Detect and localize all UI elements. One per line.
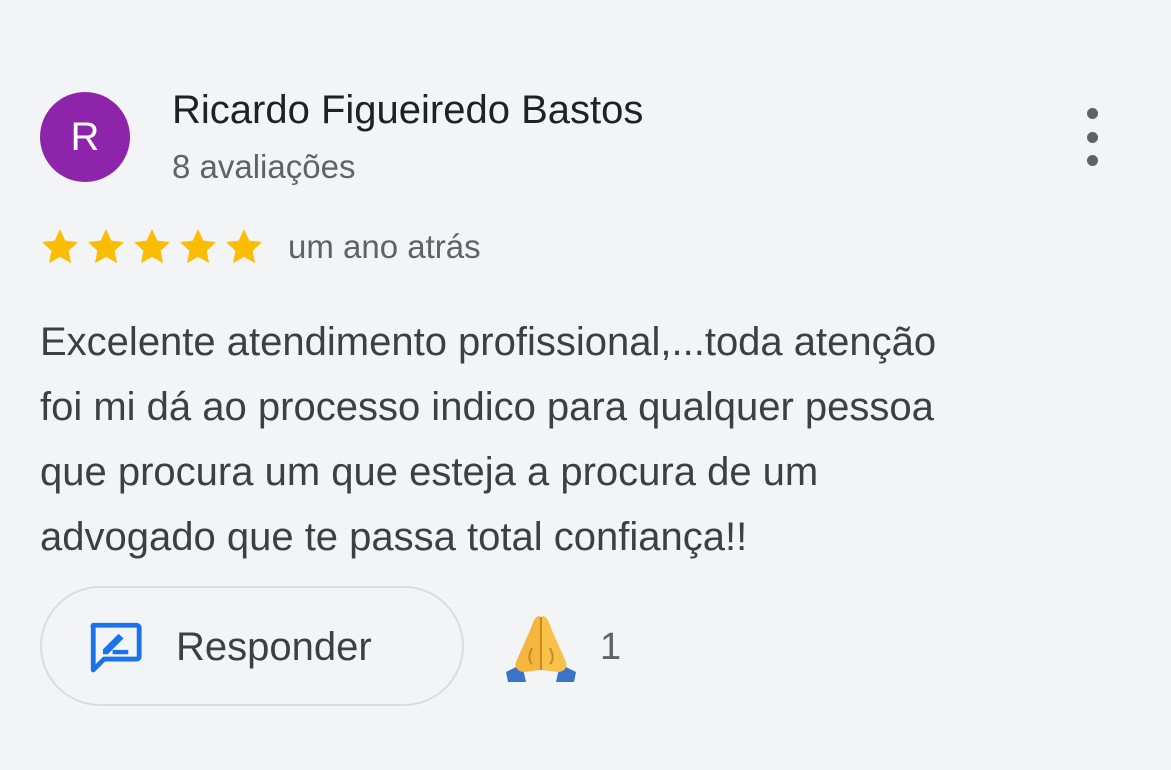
review-text-line: que procura um que esteja a procura de u… bbox=[40, 450, 819, 494]
reaction-count: 1 bbox=[600, 626, 622, 668]
more-options-button[interactable] bbox=[1072, 104, 1112, 170]
star-icon bbox=[42, 229, 78, 264]
star-icon bbox=[88, 229, 124, 264]
reaction-button[interactable] bbox=[502, 612, 580, 684]
review-text: Excelente atendimento profissional,...to… bbox=[40, 310, 1140, 570]
more-vertical-icon-dot bbox=[1086, 131, 1098, 143]
reply-edit-icon bbox=[90, 622, 142, 673]
review-time: um ano atrás bbox=[288, 228, 481, 265]
review-card: R Ricardo Figueiredo Bastos 8 avaliações… bbox=[0, 0, 1171, 770]
reply-button-label: Responder bbox=[176, 625, 372, 669]
star-icon bbox=[134, 229, 170, 264]
avatar[interactable]: R bbox=[40, 92, 130, 182]
star-icon bbox=[226, 229, 262, 264]
star-rating bbox=[38, 226, 266, 268]
reviewer-name[interactable]: Ricardo Figueiredo Bastos bbox=[172, 88, 643, 133]
reply-button[interactable]: Responder bbox=[40, 586, 464, 706]
star-icon bbox=[180, 229, 216, 264]
more-vertical-icon-dot bbox=[1086, 155, 1098, 166]
folded-hands-icon bbox=[506, 616, 576, 682]
review-text-line: advogado que te passa total confiança!! bbox=[40, 515, 748, 559]
review-text-line: foi mi dá ao processo indico para qualqu… bbox=[40, 385, 934, 429]
review-text-line: Excelente atendimento profissional,...to… bbox=[40, 320, 937, 364]
avatar-initial: R bbox=[70, 114, 100, 159]
more-vertical-icon bbox=[1086, 108, 1098, 119]
review-count[interactable]: 8 avaliações bbox=[172, 148, 355, 186]
